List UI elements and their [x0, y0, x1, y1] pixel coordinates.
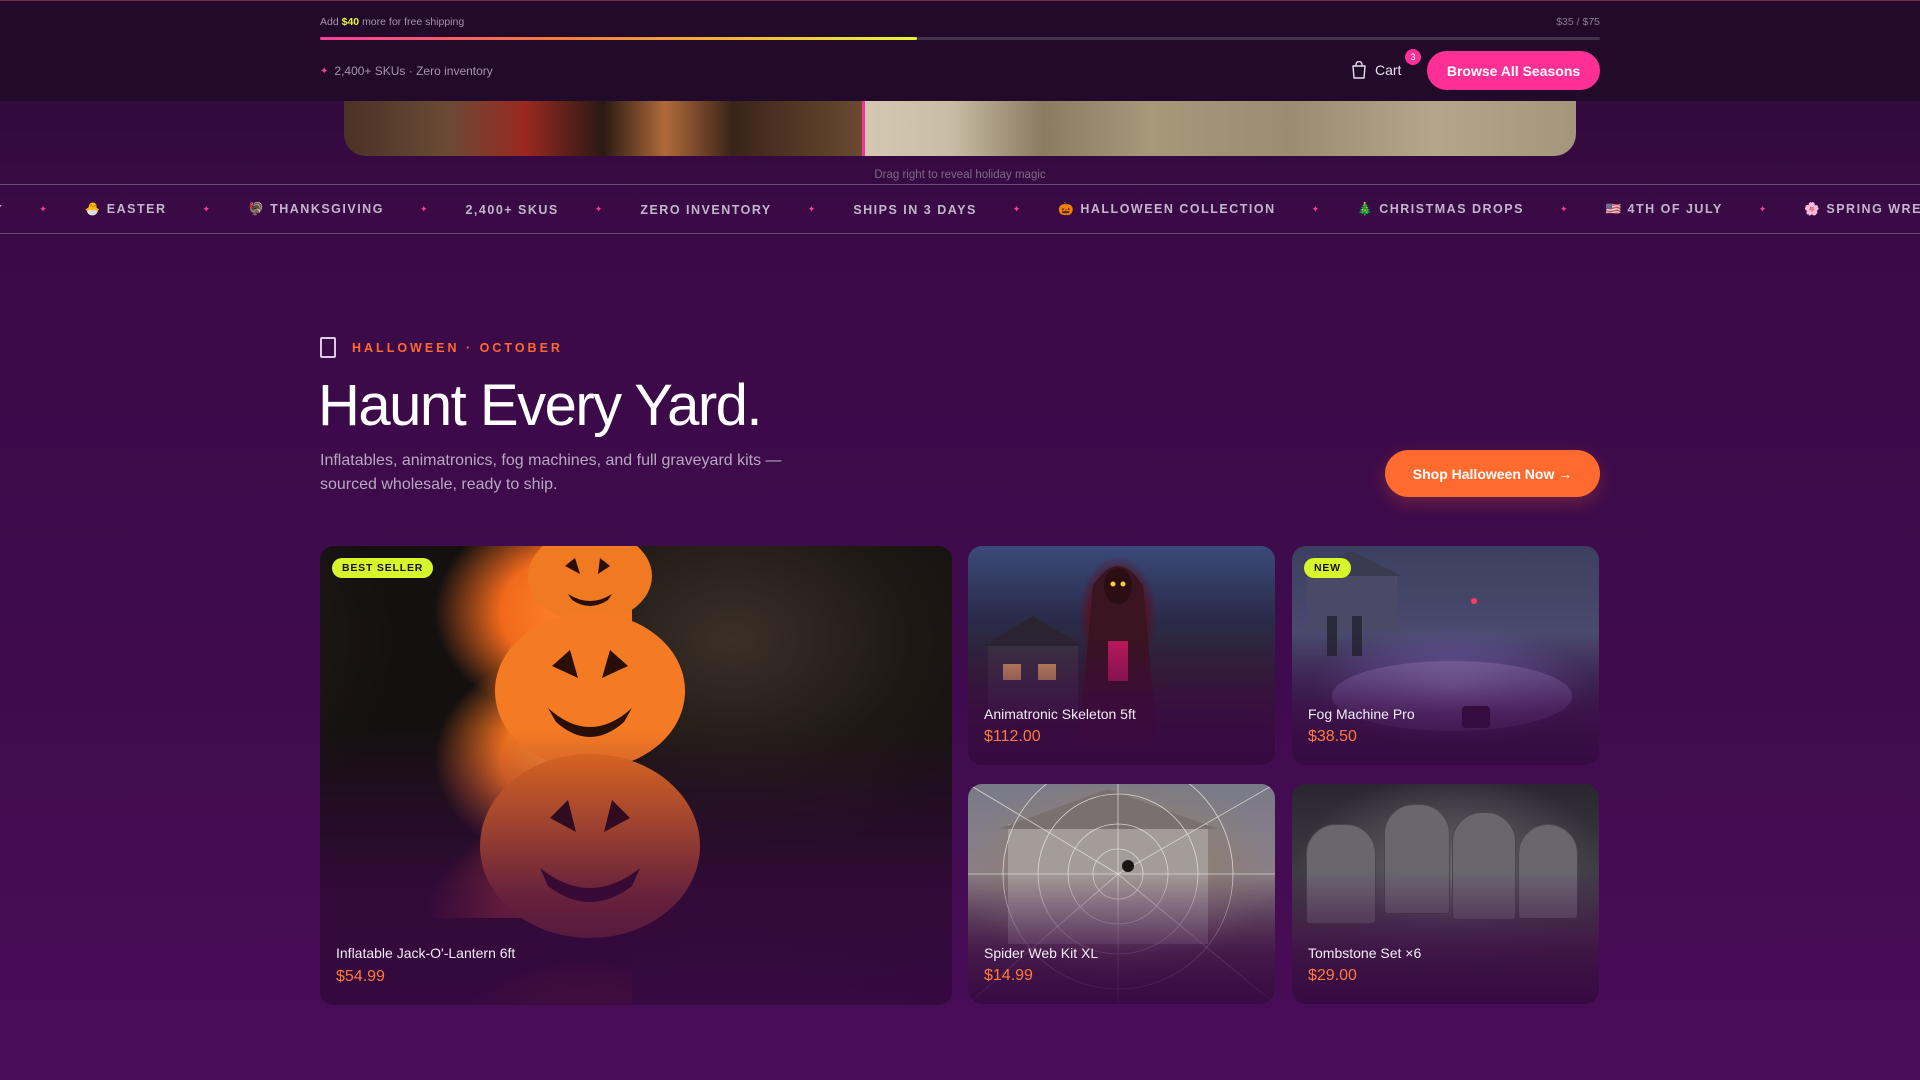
product-card[interactable]: NEW Fog Machine Pro $38.50: [1292, 546, 1599, 765]
product-price: $14.99: [984, 967, 1033, 984]
store-meta: ✦ 2,400+ SKUs · Zero inventory: [320, 64, 493, 78]
feature-marquee: AY ✦ 🐣 EASTER ✦ 🦃 THANKSGIVING ✦ 2,400+ SKUS ✦ Z…: [0, 184, 1920, 234]
sparkle-icon: ✦: [320, 65, 329, 77]
sparkle-icon: ✦: [1758, 204, 1767, 214]
product-card[interactable]: Spider Web Kit XL $14.99: [968, 784, 1275, 1004]
product-price: $38.50: [1308, 728, 1357, 745]
product-card[interactable]: Animatronic Skeleton 5ft $112.00: [968, 546, 1275, 765]
shipping-prefix: Add: [320, 16, 339, 28]
browse-all-seasons-button[interactable]: Browse All Seasons: [1427, 51, 1600, 90]
before-after-slider[interactable]: [344, 95, 1576, 156]
card-gradient: [320, 729, 952, 1005]
marquee-item: 🐣 EASTER: [84, 202, 167, 216]
sparkle-icon: ✦: [1311, 204, 1320, 214]
marquee-item: 🎄 CHRISTMAS DROPS: [1357, 202, 1524, 216]
product-card[interactable]: Tombstone Set ×6 $29.00: [1292, 784, 1599, 1004]
shipping-message: Add $40 more for free shipping $35 / $75: [320, 16, 1600, 28]
marquee-item: 🎃 HALLOWEEN COLLECTION: [1058, 202, 1276, 216]
new-badge: NEW: [1304, 558, 1351, 578]
sparkle-icon: ✦: [594, 204, 603, 214]
tombstone-icon: [320, 337, 336, 358]
section-description: Inflatables, animatronics, fog machines,…: [320, 452, 782, 493]
sparkle-icon: ✦: [807, 204, 816, 214]
shipping-amount: $40: [341, 16, 360, 28]
cart-count-badge: 3: [1405, 49, 1421, 65]
shopping-bag-icon: [1352, 61, 1366, 79]
product-card[interactable]: BEST SELLER Inflatable Jack-O'-Lantern 6…: [320, 546, 952, 1005]
sparkle-icon: ✦: [419, 204, 428, 214]
product-price: $54.99: [336, 968, 385, 985]
cart-label: Cart: [1375, 62, 1402, 78]
marquee-item: 2,400+ SKUS: [465, 202, 559, 217]
product-name: Inflatable Jack-O'-Lantern 6ft: [336, 945, 516, 961]
section-title: Haunt Every Yard.: [318, 373, 763, 438]
holiday-scene-image: [344, 95, 862, 156]
shop-halloween-button[interactable]: Shop Halloween Now →: [1385, 450, 1600, 497]
plain-room-image: [865, 95, 1576, 156]
sparkle-icon: ✦: [202, 204, 211, 214]
marquee-item: AY: [0, 203, 3, 217]
product-price: $29.00: [1308, 967, 1357, 984]
cart-button[interactable]: Cart: [1351, 61, 1401, 79]
product-name: Tombstone Set ×6: [1308, 945, 1422, 961]
shipping-progress-bar: [320, 37, 1600, 40]
marquee-item: ZERO INVENTORY: [640, 202, 772, 217]
product-name: Spider Web Kit XL: [984, 945, 1099, 961]
marquee-item: 🦃 THANKSGIVING: [248, 202, 384, 216]
shipping-suffix: more for free shipping: [362, 16, 465, 28]
shipping-progress-text: $35 / $75: [1556, 16, 1600, 28]
sparkle-icon: ✦: [1012, 204, 1021, 214]
product-name: Animatronic Skeleton 5ft: [984, 706, 1136, 722]
store-meta-text: 2,400+ SKUs · Zero inventory: [334, 64, 493, 78]
eyebrow-text: HALLOWEEN · OCTOBER: [352, 340, 563, 355]
marquee-track: AY ✦ 🐣 EASTER ✦ 🦃 THANKSGIVING ✦ 2,400+ SKUS ✦ Z…: [0, 202, 1920, 217]
marquee-item: 🌸 SPRING WREATHS: [1804, 202, 1920, 216]
section-eyebrow: HALLOWEEN · OCTOBER: [320, 337, 563, 358]
marquee-item: SHIPS IN 3 DAYS: [853, 202, 977, 217]
marquee-item: 🇺🇸 4TH OF JULY: [1605, 202, 1723, 216]
best-seller-badge: BEST SELLER: [332, 558, 434, 578]
top-bar: Add $40 more for free shipping $35 / $75…: [0, 0, 1920, 101]
sparkle-icon: ✦: [39, 204, 47, 214]
product-name: Fog Machine Pro: [1308, 706, 1415, 722]
product-price: $112.00: [984, 728, 1041, 745]
drag-hint: Drag right to reveal holiday magic: [874, 169, 1046, 181]
sparkle-icon: ✦: [1559, 204, 1568, 214]
shipping-progress-fill: [320, 37, 918, 40]
